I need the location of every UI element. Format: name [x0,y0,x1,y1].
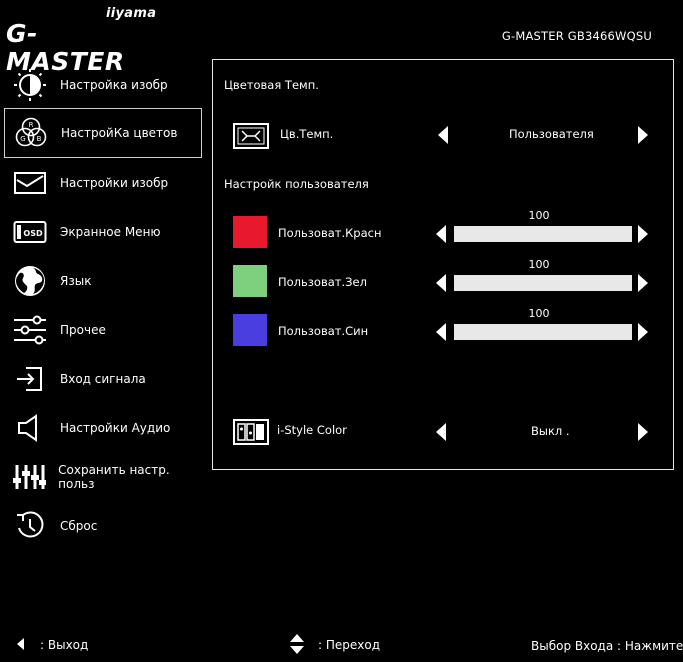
section-title-color-temp: Цветовая Темп. [224,78,319,92]
footer-select-input: Выбор Входа : Нажмите [531,639,683,653]
user-blue-label: Пользоват.Син [278,324,369,338]
user-blue-value: 100 [528,307,550,320]
istyle-next-arrow[interactable] [638,423,648,441]
reset-icon [12,508,48,544]
user-green-increase-arrow[interactable] [638,274,648,292]
osd-icon: OSD [12,214,48,250]
sidebar-item-misc[interactable]: Прочее [4,305,202,354]
brand-logo: iiyama G-MASTER [6,6,157,76]
footer-exit: : Выход [40,638,89,652]
green-swatch [233,265,267,297]
sidebar-item-label: Настройки Аудио [60,420,171,435]
iiyama-logo-text: iiyama [106,6,157,21]
svg-text:OSD: OSD [23,229,43,238]
sidebar-item-label: Настройка изобр [60,77,168,92]
sidebar-item-language[interactable]: Язык [4,256,202,305]
istyle-prev-arrow[interactable] [436,423,446,441]
sidebar-item-label: Сохранить настр. польз [58,462,170,491]
svg-text:R: R [29,121,34,129]
sidebar-item-label: Настройки изобр [60,175,169,190]
sidebar-item-input-signal[interactable]: Вход сигнала [4,354,202,403]
user-red-slider[interactable] [454,226,632,242]
sidebar-item-osd-menu[interactable]: OSD Экранное Меню [4,207,202,256]
istyle-color-label: i-Style Color [277,423,347,437]
color-temp-next-arrow[interactable] [638,126,648,144]
model-name: G-MASTER GB3466WQSU [501,29,652,43]
istyle-value[interactable]: Выкл . [531,424,570,438]
svg-text:G: G [20,135,25,143]
user-blue-decrease-arrow[interactable] [436,323,446,341]
sidebar-item-image-settings[interactable]: Настройки изобр [4,158,202,207]
image-frame-icon [12,165,48,201]
user-green-value: 100 [528,258,550,271]
sidebar-item-reset[interactable]: Сброс [4,501,202,550]
user-blue-increase-arrow[interactable] [638,323,648,341]
istyle-color-icon [233,419,269,445]
color-temp-label: Цв.Темп. [280,127,334,141]
user-red-value: 100 [528,209,550,222]
color-temp-prev-arrow[interactable] [438,126,448,144]
sidebar-item-label: Язык [60,273,92,288]
user-red-decrease-arrow[interactable] [436,225,446,243]
save-settings-icon [12,459,47,495]
section-title-user: Настройк пользователя [224,177,369,191]
sidebar-item-color-settings[interactable]: R G B НастройКа цветов [4,108,202,158]
globe-icon [12,263,48,299]
color-settings-panel: Цветовая Темп. Цв.Темп. Пользователя Нас… [212,59,674,470]
footer-navigate: : Переход [318,638,381,652]
sidebar-item-label: Вход сигнала [60,371,146,386]
red-swatch [233,216,267,248]
sidebar-item-label: Экранное Меню [60,224,161,239]
footer-bar: : Выход : Переход Выбор Входа : Нажмите [0,632,683,660]
user-green-decrease-arrow[interactable] [436,274,446,292]
updown-arrow-icon [289,633,305,658]
sidebar-item-label: Сброс [60,518,98,533]
blue-swatch [233,314,267,346]
exit-arrow-icon [17,638,24,650]
sliders-icon [12,312,48,348]
user-red-label: Пользоват.Красн [278,226,382,240]
brightness-contrast-icon [12,67,48,103]
sidebar-item-label: Прочее [60,322,106,337]
input-signal-icon [12,361,48,397]
user-green-slider[interactable] [454,275,632,291]
speaker-icon [12,410,48,446]
sidebar-item-picture-adjust[interactable]: Настройка изобр [4,60,202,109]
sidebar-item-save-settings[interactable]: Сохранить настр. польз [4,452,202,501]
rgb-color-icon: R G B [13,115,49,151]
color-temp-value[interactable]: Пользователя [509,127,594,141]
user-blue-slider[interactable] [454,324,632,340]
user-green-label: Пользоват.Зел [278,275,367,289]
user-red-increase-arrow[interactable] [638,225,648,243]
color-temp-icon [233,123,269,149]
sidebar-item-label: НастройКа цветов [61,126,178,140]
sidebar-item-audio[interactable]: Настройки Аудио [4,403,202,452]
svg-text:B: B [37,135,42,143]
